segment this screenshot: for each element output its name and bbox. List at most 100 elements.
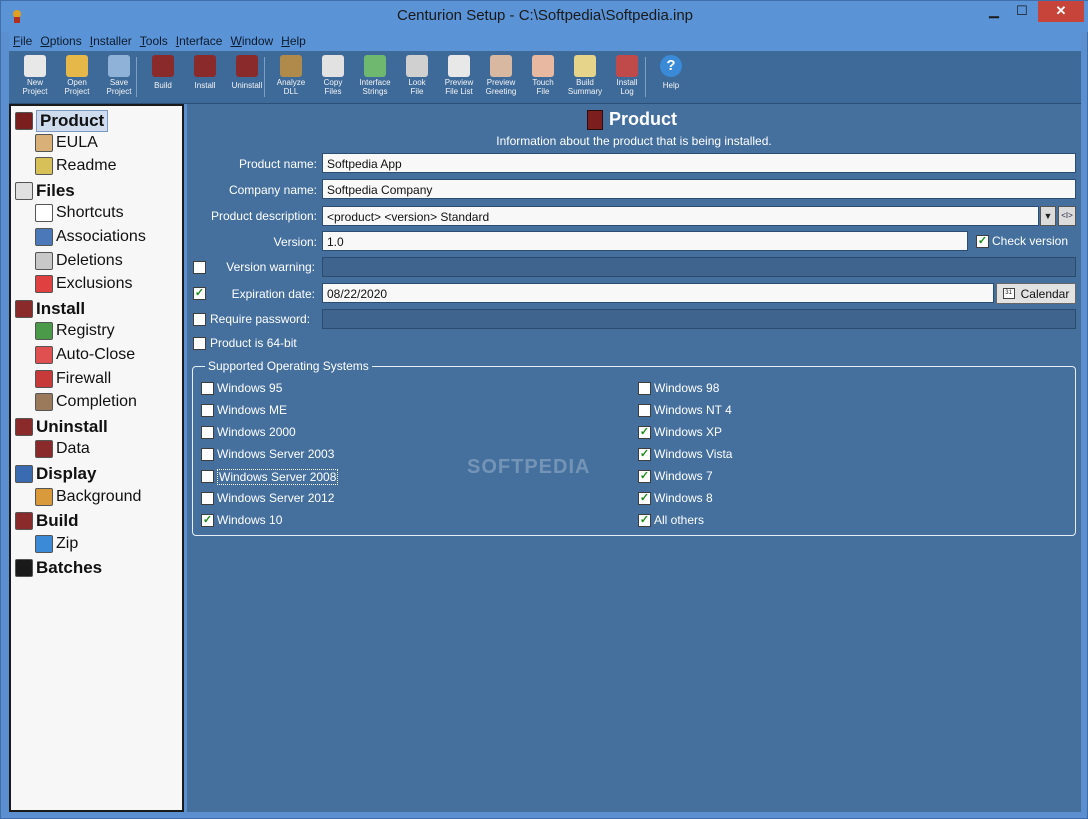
install-button[interactable]: Install xyxy=(185,53,225,101)
menu-help[interactable]: Help xyxy=(277,32,310,50)
os-checkbox-windows-server-2012[interactable] xyxy=(201,492,214,505)
sidebar-item-auto-close[interactable]: Auto-Close xyxy=(35,346,135,364)
os-label-windows-server-2012[interactable]: Windows Server 2012 xyxy=(217,491,334,505)
version-warning-field xyxy=(322,257,1076,277)
sidebar-item-uninstall[interactable]: Uninstall xyxy=(15,417,108,437)
sidebar-item-eula[interactable]: EULA xyxy=(35,133,98,152)
sidebar-item-readme[interactable]: Readme xyxy=(35,157,116,176)
os-label-windows-nt-4[interactable]: Windows NT 4 xyxy=(654,403,732,417)
menu-window[interactable]: Window xyxy=(226,32,277,50)
open-project-button[interactable]: Open Project xyxy=(57,53,97,101)
os-label-windows-xp[interactable]: Windows XP xyxy=(654,425,722,439)
product-64bit-label: Product is 64-bit xyxy=(210,336,297,350)
insert-macro-button[interactable]: <I> xyxy=(1058,206,1076,226)
os-label-windows-server-2008[interactable]: Windows Server 2008 xyxy=(217,469,339,485)
os-checkbox-windows-98[interactable] xyxy=(638,382,651,395)
sidebar-item-background[interactable]: Background xyxy=(35,487,141,506)
version-field[interactable]: 1.0 xyxy=(322,231,968,251)
preview-file-list-button[interactable]: Preview File List xyxy=(439,53,479,101)
os-label-windows-95[interactable]: Windows 95 xyxy=(217,381,282,395)
sidebar-item-firewall[interactable]: Firewall xyxy=(35,369,111,388)
new-project-button[interactable]: New Project xyxy=(15,53,55,101)
interface-strings-button[interactable]: Interface Strings xyxy=(355,53,395,101)
calendar-button[interactable]: 31 Calendar xyxy=(996,283,1076,304)
os-checkbox-windows-2000[interactable] xyxy=(201,426,214,439)
sidebar-item-install[interactable]: Install xyxy=(15,299,85,319)
touch-file-button[interactable]: Touch File xyxy=(523,53,563,101)
uninstall-label: Uninstall xyxy=(231,81,263,90)
preview-greeting-button[interactable]: Preview Greeting xyxy=(481,53,521,101)
os-label-windows-server-2003[interactable]: Windows Server 2003 xyxy=(217,447,334,461)
look-file-button[interactable]: Look File xyxy=(397,53,437,101)
sidebar-item-files[interactable]: Files xyxy=(15,181,75,201)
os-label-windows-98[interactable]: Windows 98 xyxy=(654,381,719,395)
sidebar-item-data[interactable]: Data xyxy=(35,440,90,459)
sidebar-item-build[interactable]: Build xyxy=(15,511,79,531)
build-button[interactable]: Build xyxy=(143,53,183,101)
build-summary-button[interactable]: Build Summary xyxy=(565,53,605,101)
menu-options[interactable]: Options xyxy=(36,32,85,50)
require-password-field xyxy=(322,309,1076,329)
analyze-dll-button[interactable]: Analyze DLL xyxy=(271,53,311,101)
product-64bit-checkbox[interactable] xyxy=(193,337,206,350)
os-checkbox-windows-vista[interactable]: ✓ xyxy=(638,448,651,461)
sidebar-item-completion[interactable]: Completion xyxy=(35,393,137,412)
os-label-all-others[interactable]: All others xyxy=(654,513,704,527)
os-checkbox-windows-7[interactable]: ✓ xyxy=(638,470,651,483)
install-icon xyxy=(15,299,33,318)
os-label-windows-8[interactable]: Windows 8 xyxy=(654,491,713,505)
menu-file[interactable]: File xyxy=(9,32,36,50)
data-icon xyxy=(35,440,53,459)
menu-tools[interactable]: Tools xyxy=(136,32,172,50)
copy-files-button[interactable]: Copy Files xyxy=(313,53,353,101)
sidebar-item-label: EULA xyxy=(56,133,98,151)
os-label-windows-2000[interactable]: Windows 2000 xyxy=(217,425,296,439)
page-title: Product xyxy=(587,109,677,130)
title-bar[interactable]: Centurion Setup - C:\Softpedia\Softpedia… xyxy=(1,1,1088,32)
chevron-down-icon[interactable]: ▼ xyxy=(1040,206,1056,226)
sidebar-item-display[interactable]: Display xyxy=(15,464,96,484)
help-button[interactable]: ? Help xyxy=(651,53,691,101)
require-password-checkbox[interactable] xyxy=(193,313,206,326)
os-checkbox-windows-xp[interactable]: ✓ xyxy=(638,426,651,439)
sidebar-item-registry[interactable]: Registry xyxy=(35,322,115,341)
sidebar-item-zip[interactable]: Zip xyxy=(35,534,78,553)
os-checkbox-windows-95[interactable] xyxy=(201,382,214,395)
os-checkbox-windows-server-2008[interactable] xyxy=(201,470,214,483)
files-icon xyxy=(15,181,33,200)
expiration-date-field[interactable]: 08/22/2020 xyxy=(322,283,994,303)
os-checkbox-windows-10[interactable]: ✓ xyxy=(201,514,214,527)
page-subtitle: Information about the product that is be… xyxy=(496,134,772,148)
os-checkbox-all-others[interactable]: ✓ xyxy=(638,514,651,527)
close-button[interactable]: ✕ xyxy=(1038,1,1084,22)
sidebar-item-batches[interactable]: Batches xyxy=(15,558,102,578)
os-checkbox-windows-me[interactable] xyxy=(201,404,214,417)
uninstall-button[interactable]: Uninstall xyxy=(227,53,267,101)
sidebar-item-label: Files xyxy=(36,180,75,200)
save-project-button[interactable]: Save Project xyxy=(99,53,139,101)
os-label-windows-10[interactable]: Windows 10 xyxy=(217,513,282,527)
install-log-button[interactable]: Install Log xyxy=(607,53,647,101)
os-checkbox-windows-nt-4[interactable] xyxy=(638,404,651,417)
menu-interface[interactable]: Interface xyxy=(172,32,227,50)
company-name-field[interactable]: Softpedia Company xyxy=(322,179,1076,199)
sidebar-item-product[interactable]: Product xyxy=(15,110,109,132)
new-project-icon xyxy=(24,55,46,77)
minimize-button[interactable]: ▁ xyxy=(981,1,1007,22)
menu-tools-label: ools xyxy=(145,34,168,48)
maximize-button[interactable]: ☐ xyxy=(1009,1,1035,22)
os-checkbox-windows-8[interactable]: ✓ xyxy=(638,492,651,505)
background-icon xyxy=(35,487,53,506)
sidebar-item-associations[interactable]: Associations xyxy=(35,228,146,246)
os-checkbox-windows-server-2003[interactable] xyxy=(201,448,214,461)
sidebar-item-shortcuts[interactable]: Shortcuts xyxy=(35,204,124,223)
check-version-checkbox[interactable]: ✓ xyxy=(976,235,989,248)
menu-installer[interactable]: Installer xyxy=(86,32,136,50)
product-name-field[interactable]: Softpedia App xyxy=(322,153,1076,173)
os-label-windows-7[interactable]: Windows 7 xyxy=(654,469,713,483)
sidebar-item-deletions[interactable]: Deletions xyxy=(35,251,123,270)
sidebar-item-exclusions[interactable]: Exclusions xyxy=(35,275,132,294)
product-description-combo[interactable]: <product> <version> Standard xyxy=(322,206,1039,226)
os-label-windows-vista[interactable]: Windows Vista xyxy=(654,447,732,461)
os-label-windows-me[interactable]: Windows ME xyxy=(217,403,287,417)
